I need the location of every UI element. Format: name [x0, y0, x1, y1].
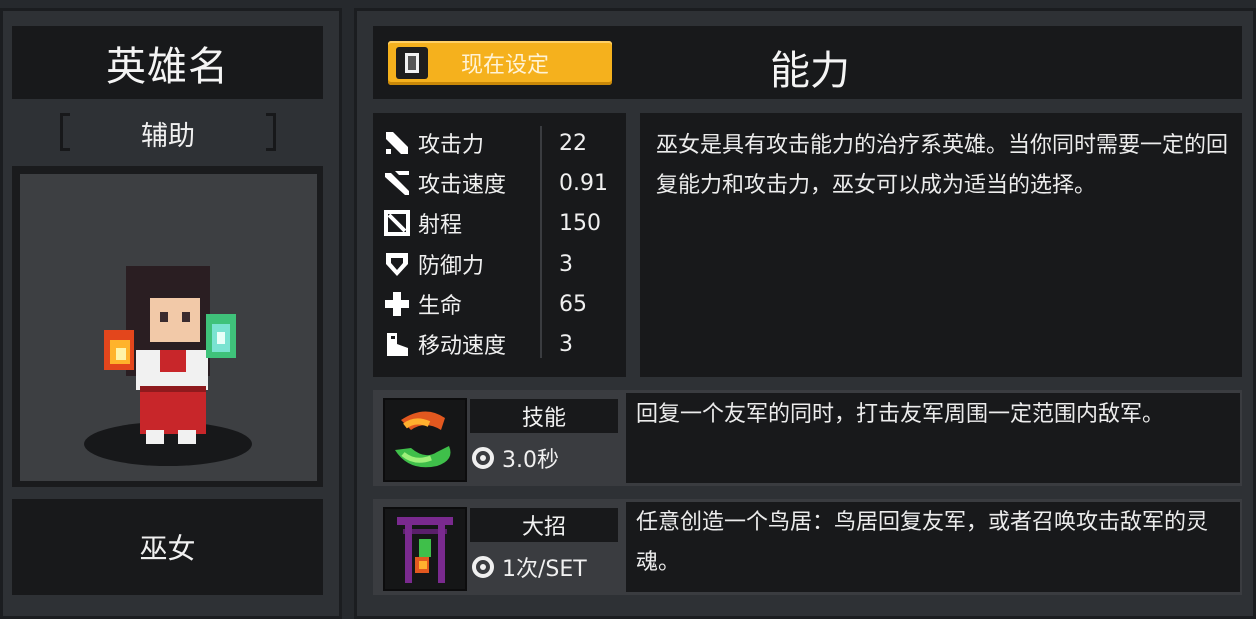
- hero-role-label: 辅助: [141, 120, 195, 152]
- stat-label: 移动速度: [418, 334, 507, 359]
- skill-description: 回复一个友军的同时，打击友军周围一定范围内敌军。: [636, 402, 1165, 427]
- ability-title: 能力: [770, 48, 850, 94]
- stat-row-hp: 生命 65: [382, 286, 622, 322]
- ultimate-name-label: 大招: [470, 508, 618, 542]
- stat-label: 射程: [418, 213, 463, 238]
- bow-icon: [382, 208, 412, 238]
- hero-portrait: [20, 174, 317, 481]
- boot-icon: [382, 329, 412, 359]
- stat-value: 0.91: [559, 170, 608, 196]
- stat-label: 生命: [418, 294, 463, 319]
- sword-icon: [382, 128, 412, 158]
- double-sword-icon: [382, 168, 412, 198]
- stat-row-range: 射程 150: [382, 205, 622, 241]
- shield-icon: [382, 249, 412, 279]
- ultimate-cooldown: 1次/SET: [472, 551, 587, 583]
- stat-value: 22: [559, 130, 587, 156]
- skill-name-label: 技能: [470, 399, 618, 433]
- hero-class-name: 巫女: [12, 499, 323, 595]
- stat-value: 150: [559, 210, 601, 236]
- cooldown-icon: [472, 556, 494, 578]
- shrine-maiden-sprite: [84, 266, 252, 466]
- card-icon: [396, 47, 428, 79]
- stat-value: 3: [559, 251, 573, 277]
- set-now-button-label: 现在设定: [460, 53, 549, 78]
- skill-icon: [383, 398, 467, 482]
- set-now-button[interactable]: 现在设定: [388, 41, 612, 85]
- stat-value: 65: [559, 291, 587, 317]
- stat-row-move-speed: 移动速度 3: [382, 326, 622, 362]
- ultimate-description: 任意创造一个鸟居：鸟居回复友军，或者召唤攻击敌军的灵魂。: [636, 510, 1209, 575]
- stat-label: 攻击速度: [418, 173, 507, 198]
- cross-icon: [382, 289, 412, 319]
- cooldown-icon: [472, 447, 494, 469]
- stat-row-attack: 攻击力 22: [382, 125, 622, 161]
- skill-cooldown-value: 3.0秒: [502, 448, 559, 473]
- ultimate-cooldown-value: 1次/SET: [502, 557, 587, 582]
- stat-row-attack-speed: 攻击速度 0.91: [382, 165, 622, 201]
- stat-value: 3: [559, 331, 573, 357]
- stat-row-defense: 防御力 3: [382, 246, 622, 282]
- ultimate-icon: [383, 507, 467, 591]
- skill-cooldown: 3.0秒: [472, 442, 559, 474]
- stat-label: 攻击力: [418, 133, 485, 158]
- stat-label: 防御力: [418, 254, 485, 279]
- hero-name-header: 英雄名: [12, 26, 323, 99]
- hero-description: 巫女是具有攻击能力的治疗系英雄。当你同时需要一定的回复能力和攻击力，巫女可以成为…: [656, 133, 1229, 198]
